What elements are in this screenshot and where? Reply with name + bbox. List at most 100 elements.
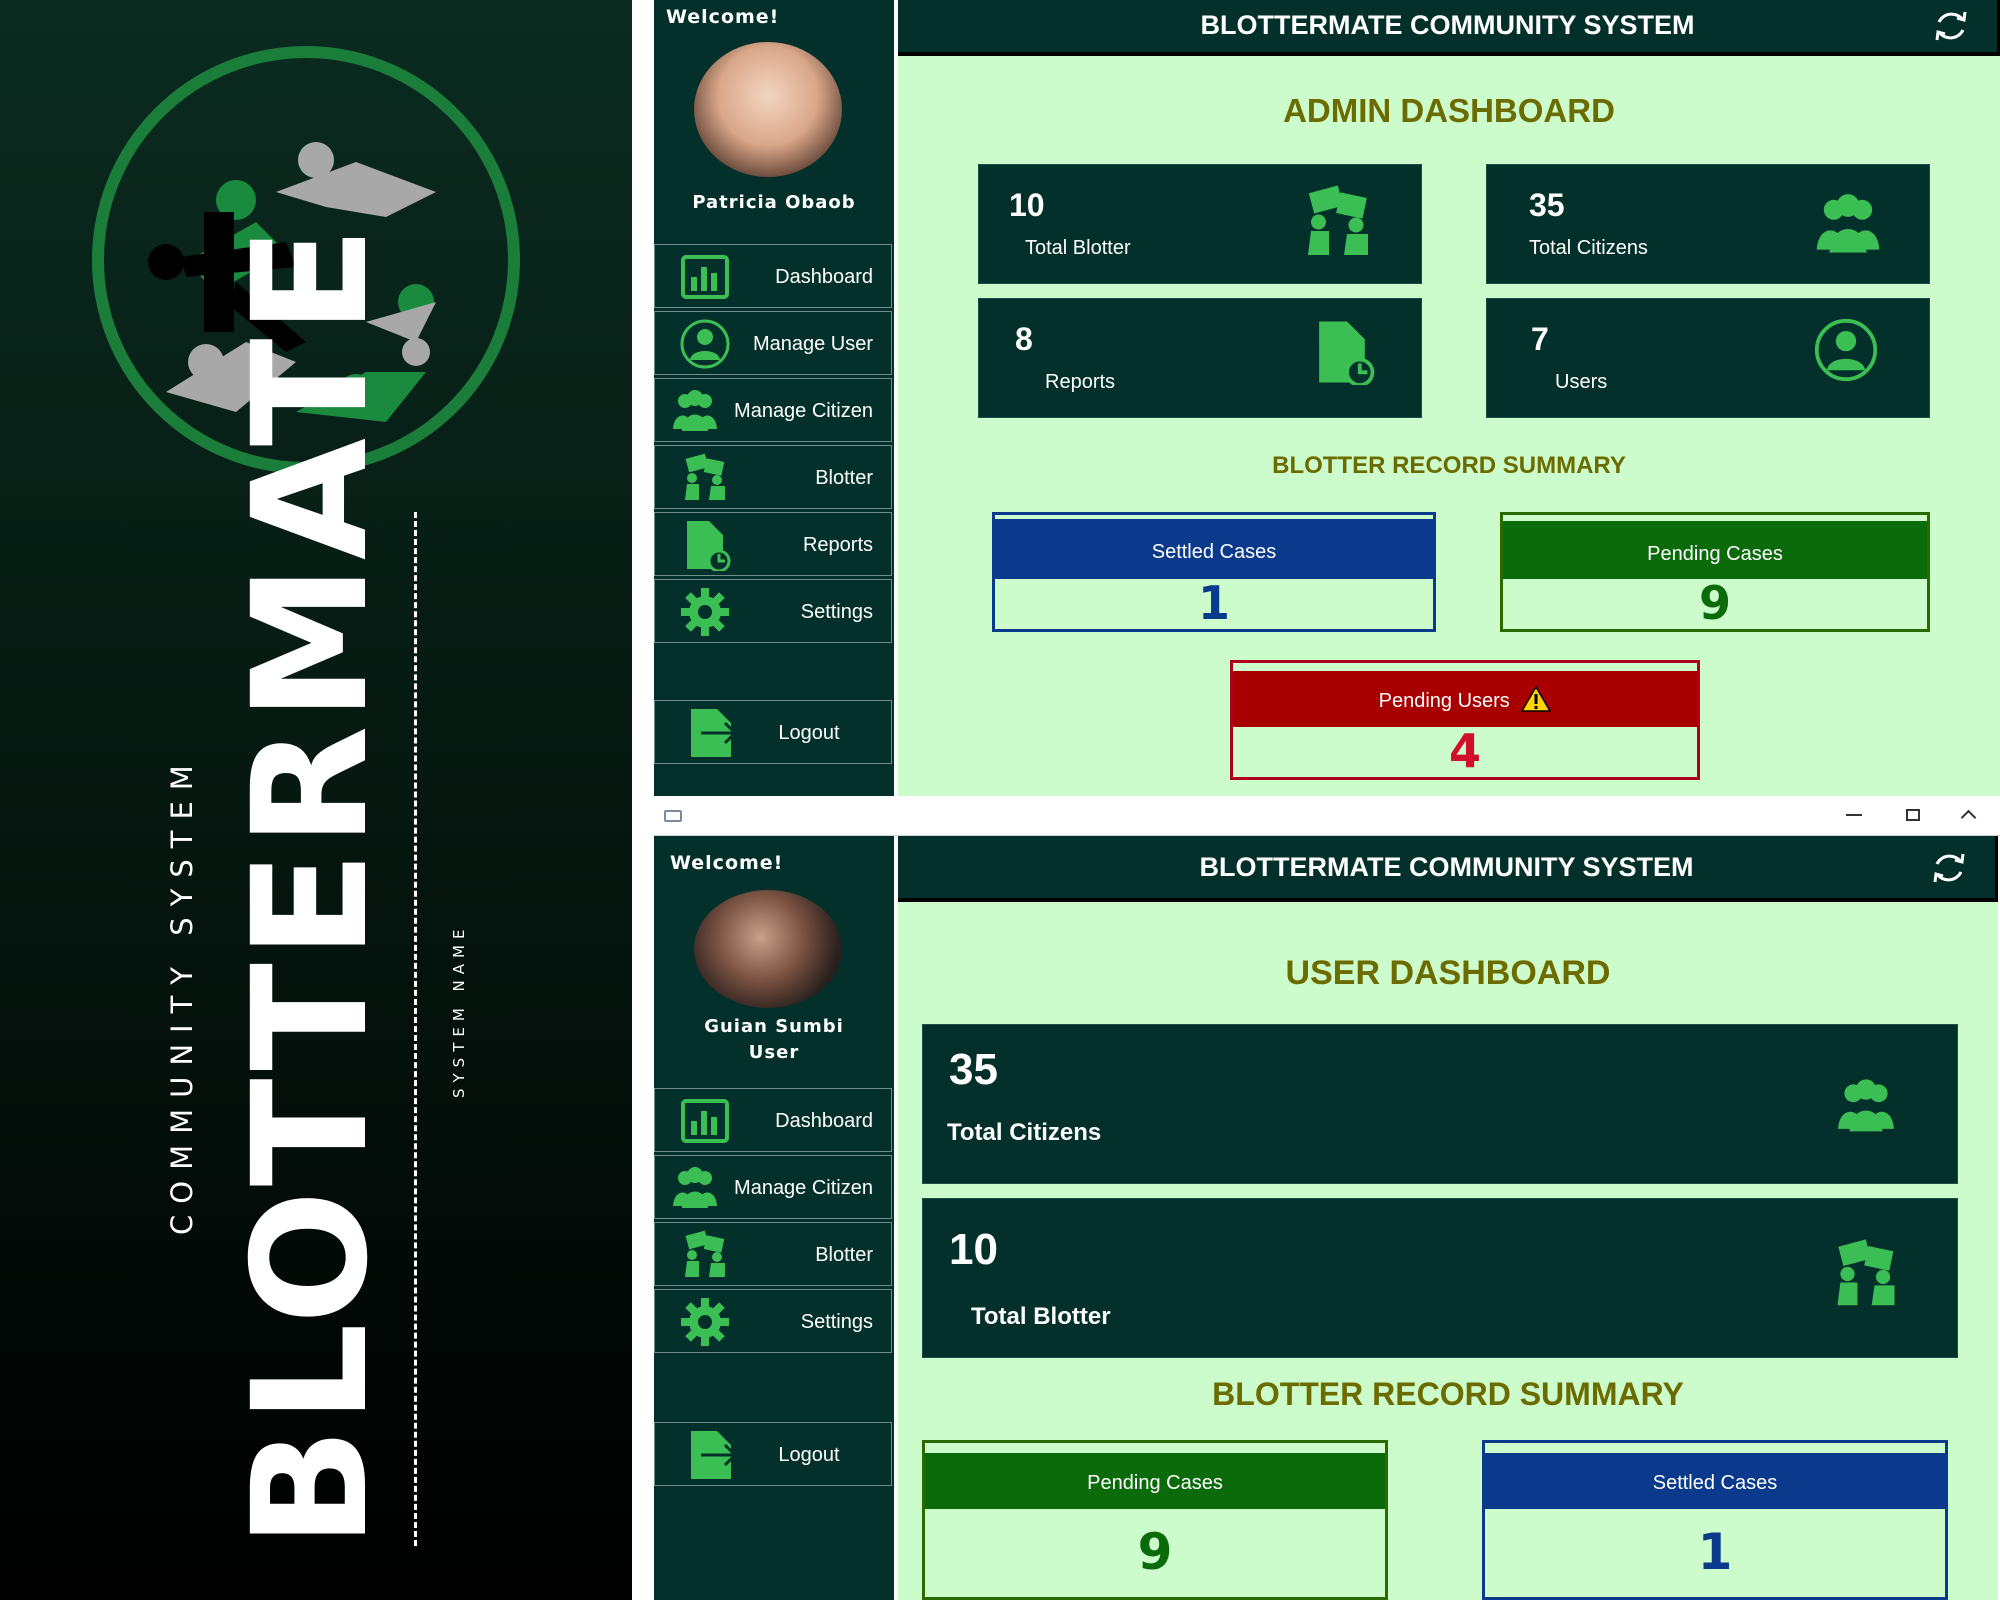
app-window-icon [664,810,682,822]
card-total-blotter: 10 Total Blotter [922,1198,1958,1358]
card-label: Total Citizens [947,1119,1102,1146]
welcome-label: Welcome! [666,6,780,28]
nav-blotter[interactable]: Blotter [654,1222,892,1286]
card-reports: 8 Reports [978,298,1422,418]
user-name: Patricia Obaob [692,192,856,213]
settled-cases-box: Settled Cases 1 [992,512,1436,632]
pending-users-label: Pending Users [1378,690,1510,712]
admin-sidebar: Welcome! Patricia Obaob Dashboard Manage… [654,0,894,796]
nav-label: Dashboard [775,1110,873,1132]
brand-title: BLOTTERMATE [219,222,403,1548]
summary-title: BLOTTER RECORD SUMMARY [1272,452,1626,479]
card-total-blotter: 10 Total Blotter [978,164,1422,284]
gear-icon [679,1296,731,1348]
user-content: USER DASHBOARD 35 Total Citizens 10 Tota… [898,902,1998,1600]
card-users: 7 Users [1486,298,1930,418]
brand-subtitle: COMMUNITY SYSTEM [165,754,199,1235]
brand-panel: BLOTTERMATE COMMUNITY SYSTEM SYSTEM NAME [0,0,632,1600]
report-icon [1309,319,1375,385]
minimize-icon[interactable] [1846,814,1862,816]
welcome-label: Welcome! [670,852,784,874]
settled-cases-box: Settled Cases 1 [1482,1440,1948,1600]
nav-manage-user[interactable]: Manage User [654,311,892,375]
card-label: Total Blotter [971,1303,1111,1330]
card-label: Total Blotter [1025,237,1131,259]
summary-title: BLOTTER RECORD SUMMARY [1212,1376,1684,1412]
pending-users-box: Pending Users 4 [1230,660,1700,780]
admin-window: Welcome! Patricia Obaob Dashboard Manage… [632,0,2000,800]
people-icon [1811,187,1885,261]
gear-icon [679,586,731,638]
app-title-bar: BLOTTERMATE COMMUNITY SYSTEM [898,836,1998,902]
warning-icon [1521,685,1552,712]
pending-users-header: Pending Users [1233,671,1697,727]
bar-chart-icon [679,251,731,303]
nav-label: Blotter [815,1244,873,1266]
dashboard-title: USER DASHBOARD [1285,954,1611,992]
dashboard-title: ADMIN DASHBOARD [1283,92,1615,129]
app-title: BLOTTERMATE COMMUNITY SYSTEM [1200,10,1695,40]
nav-label: Settings [800,601,873,623]
pending-cases-label: Pending Cases [925,1453,1385,1509]
nav-label: Logout [778,1444,840,1466]
nav-settings[interactable]: Settings [654,1289,892,1353]
card-total-citizens: 35 Total Citizens [922,1024,1958,1184]
brand-system-name: SYSTEM NAME [450,923,468,1098]
user-circle-icon [1813,317,1879,383]
pending-cases-value: 9 [1698,576,1731,630]
pending-users-value: 4 [1448,724,1481,778]
collapse-icon[interactable] [1960,809,1977,826]
card-value: 35 [1529,187,1565,223]
card-label: Reports [1045,371,1116,393]
user-name: Guian Sumbi [704,1016,844,1037]
nav-label: Manage Citizen [734,400,873,422]
window-titlebar [654,800,2000,836]
nav-label: Manage User [752,333,873,355]
user-window: Welcome! Guian Sumbi User Dashboard Mana… [632,800,2000,1600]
avatar [694,42,842,177]
card-value: 7 [1531,321,1549,357]
app-title-bar: BLOTTERMATE COMMUNITY SYSTEM [898,0,2000,56]
nav-label: Logout [778,722,840,744]
pending-cases-box: Pending Cases 9 [922,1440,1388,1600]
refresh-icon[interactable] [1929,848,1969,888]
user-circle-icon [679,318,731,370]
pending-cases-label: Pending Cases [1503,521,1927,579]
admin-content: ADMIN DASHBOARD 10 Total Blotter 35 Tota… [898,56,2000,796]
people-icon [669,385,721,437]
bar-chart-icon [679,1095,731,1147]
refresh-icon[interactable] [1931,6,1971,46]
nav-dashboard[interactable]: Dashboard [654,244,892,308]
maximize-icon[interactable] [1906,809,1920,821]
card-value: 35 [949,1045,998,1094]
settled-cases-value: 1 [1197,576,1230,630]
brand-divider [414,512,417,1546]
people-icon [669,1162,721,1214]
nav-label: Reports [802,534,873,556]
nav-settings[interactable]: Settings [654,579,892,643]
nav-label: Blotter [815,467,873,489]
card-total-citizens: 35 Total Citizens [1486,164,1930,284]
nav-manage-citizen[interactable]: Manage Citizen [654,1155,892,1219]
nav-reports[interactable]: Reports [654,512,892,576]
settled-cases-label: Settled Cases [1485,1453,1945,1509]
card-label: Total Citizens [1529,237,1648,259]
card-label: Users [1555,371,1608,393]
card-value: 8 [1015,321,1033,357]
nav-logout[interactable]: Logout [654,700,892,764]
nav-label: Dashboard [775,266,873,288]
nav-manage-citizen[interactable]: Manage Citizen [654,378,892,442]
settled-cases-label: Settled Cases [995,519,1433,579]
card-value: 10 [1009,187,1045,223]
report-icon [679,519,731,571]
nav-blotter[interactable]: Blotter [654,445,892,509]
nav-label: Settings [800,1311,873,1333]
settled-cases-value: 1 [1697,1523,1733,1581]
pending-cases-value: 9 [1137,1523,1173,1581]
pending-cases-box: Pending Cases 9 [1500,512,1930,632]
blotter-icon [679,1229,731,1281]
blotter-icon [1299,183,1377,261]
nav-logout[interactable]: Logout [654,1422,892,1486]
nav-dashboard[interactable]: Dashboard [654,1088,892,1152]
avatar [694,890,842,1008]
